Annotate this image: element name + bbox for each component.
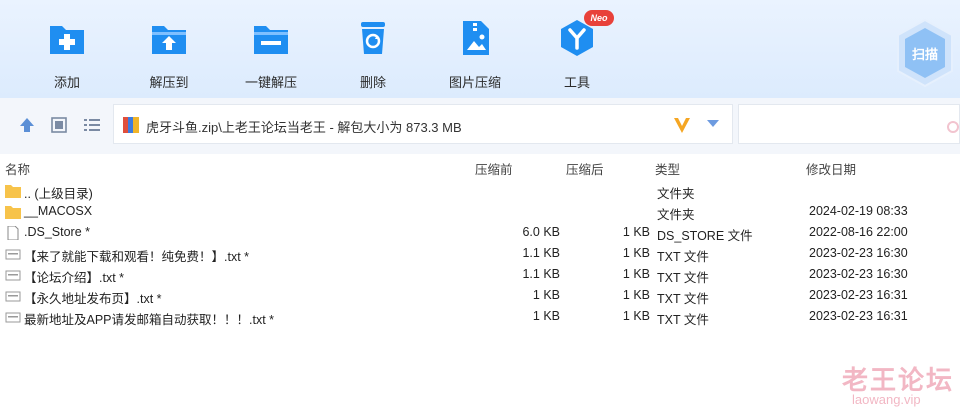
list-view-icon [84,119,100,131]
col-packed[interactable]: 压缩后 [566,159,604,178]
one-click-extract-icon [251,18,291,58]
tools-label: 工具 [563,75,590,90]
text-file-icon [5,270,21,281]
col-type[interactable]: 类型 [655,159,680,178]
col-modified[interactable]: 修改日期 [806,159,856,178]
file-modified: 2023-02-23 16:31 [809,309,908,323]
file-size: 1 KB [532,288,560,302]
file-modified: 2023-02-23 16:31 [809,288,908,302]
folder-icon [5,206,21,219]
list-item[interactable]: 【永久地址发布页】.txt * 1 KB 1 KB TXT 文件 2023-02… [0,285,960,306]
delete-label: 删除 [359,75,386,90]
list-item[interactable]: 【来了就能下载和观看！纯免费！】.txt * 1.1 KB 1 KB TXT 文… [0,243,960,264]
path-field[interactable]: 虎牙斗鱼.zip\上老王论坛当老王 - 解包大小为 873.3 MB [113,104,733,144]
up-level-button[interactable] [18,116,36,134]
extract-to-button[interactable]: 解压到 [124,18,214,94]
extract-to-icon [149,18,189,58]
add-label: 添加 [53,75,80,90]
col-size[interactable]: 压缩前 [475,159,513,178]
scan-button[interactable]: 扫描 [896,18,954,88]
arrow-up-icon [20,118,34,132]
one-click-extract-button[interactable]: 一键解压 [226,18,316,94]
list-item[interactable]: 最新地址及APP请发邮箱自动获取！！！.txt * 1 KB 1 KB TXT … [0,306,960,327]
file-modified: 2024-02-19 08:33 [809,204,908,218]
one-click-extract-label: 一键解压 [244,75,297,90]
file-size: 1 KB [532,309,560,323]
file-name: 最新地址及APP请发邮箱自动获取！！！.txt * [24,313,275,327]
file-type: TXT 文件 [657,271,709,285]
file-type: 文件夹 [657,208,695,222]
path-text: 虎牙斗鱼.zip\上老王论坛当老王 - 解包大小为 873.3 MB [146,120,462,135]
file-type: DS_STORE 文件 [657,229,753,243]
recycle-bin-icon [353,18,393,58]
file-size: 6.0 KB [522,225,560,239]
file-name: 【永久地址发布页】.txt * [24,292,162,306]
extract-to-label: 解压到 [149,75,189,90]
scan-label: 扫描 [911,47,938,62]
list-item[interactable]: __MACOSX 文件夹 2024-02-19 08:33 [0,201,960,222]
file-icon [7,226,19,240]
file-size: 1.1 KB [522,267,560,281]
search-input[interactable] [738,104,960,144]
file-name: __MACOSX [24,204,93,218]
thumbnail-view-icon [51,117,67,133]
tools-button[interactable]: 工具 [532,18,622,94]
text-file-icon [5,291,21,302]
file-type: TXT 文件 [657,250,709,264]
file-modified: 2022-08-16 22:00 [809,225,908,239]
file-packed: 1 KB [622,246,650,260]
add-button[interactable]: 添加 [22,18,112,94]
list-item[interactable]: .. (上级目录) 文件夹 [0,180,960,201]
file-type: 文件夹 [657,187,695,201]
search-icon [947,121,959,133]
text-file-icon [5,312,21,323]
file-modified: 2023-02-23 16:30 [809,246,908,260]
image-compress-icon [455,18,495,58]
file-name: .. (上级目录) [24,187,93,201]
col-name[interactable]: 名称 [5,159,30,178]
image-compress-label: 图片压缩 [448,75,501,90]
image-compress-button[interactable]: 图片压缩 [430,18,520,94]
thumbnail-view-button[interactable] [50,116,68,134]
vip-v-icon[interactable] [672,115,692,135]
file-name: .DS_Store * [24,225,91,239]
folder-icon [5,185,21,198]
file-name: 【来了就能下载和观看！纯免费！】.txt * [24,250,250,264]
file-size: 1.1 KB [522,246,560,260]
add-folder-icon [47,18,87,58]
new-badge: Neo [584,10,614,26]
chevron-down-icon[interactable] [706,119,720,129]
file-packed: 1 KB [622,288,650,302]
list-item[interactable]: .DS_Store * 6.0 KB 1 KB DS_STORE 文件 2022… [0,222,960,243]
file-type: TXT 文件 [657,313,709,327]
file-type: TXT 文件 [657,292,709,306]
toolbar: 添加 解压到 一键解压 删除 图片压缩 工具 Neo 扫描 [0,0,960,98]
file-modified: 2023-02-23 16:30 [809,267,908,281]
list-view-button[interactable] [83,116,101,134]
file-packed: 1 KB [622,225,650,239]
watermark-url: laowang.vip [852,392,921,407]
text-file-icon [5,249,21,260]
file-packed: 1 KB [622,309,650,323]
column-header: 名称 压缩前 压缩后 类型 修改日期 [0,156,960,178]
archive-icon [123,117,139,133]
delete-button[interactable]: 删除 [328,18,418,94]
file-packed: 1 KB [622,267,650,281]
list-item[interactable]: 【论坛介绍】.txt * 1.1 KB 1 KB TXT 文件 2023-02-… [0,264,960,285]
file-name: 【论坛介绍】.txt * [24,271,125,285]
